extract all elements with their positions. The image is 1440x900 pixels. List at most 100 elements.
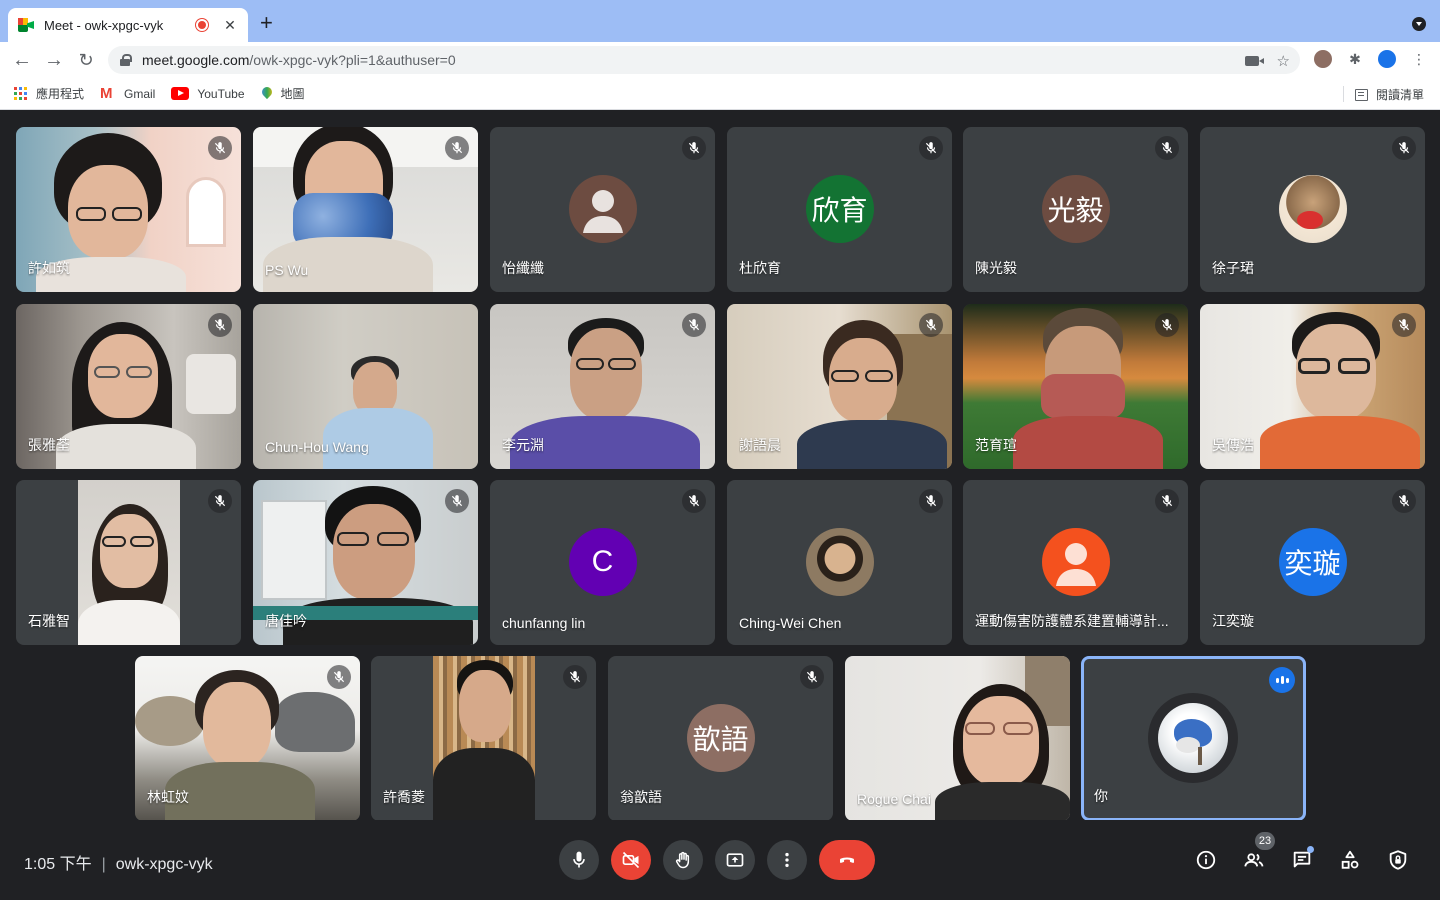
participant-name: 謝語晨 [739, 437, 781, 453]
meeting-details-button[interactable] [1194, 848, 1218, 872]
leave-call-button[interactable] [819, 840, 875, 880]
participant-tile[interactable]: PS Wu [253, 127, 478, 292]
participant-tile[interactable]: 林虹妏 [135, 656, 360, 821]
camera-in-use-icon[interactable] [1244, 56, 1264, 66]
self-tile[interactable]: 你 [1081, 656, 1306, 821]
avatar-initials: C [591, 545, 614, 578]
muted-mic-icon [445, 489, 469, 513]
reload-icon[interactable]: ↻ [74, 48, 98, 72]
participant-tile[interactable]: 石雅智 [16, 480, 241, 645]
participant-tile[interactable]: 謝語晨 [727, 304, 952, 469]
participant-tile[interactable]: 怡纖纖 [490, 127, 715, 292]
participant-video [78, 480, 180, 645]
bookmark-label: 地圖 [280, 87, 305, 101]
back-arrow-icon[interactable]: ← [10, 48, 34, 72]
tab-close-icon[interactable]: ✕ [222, 17, 238, 34]
apps-grid-icon [14, 86, 28, 101]
participant-video [433, 656, 535, 821]
speaking-indicator-icon [1269, 667, 1295, 693]
people-icon [1244, 853, 1264, 867]
participant-tile[interactable]: 范育瑄 [963, 304, 1188, 469]
host-controls-button[interactable] [1386, 848, 1410, 872]
new-tab-button[interactable]: + [260, 12, 273, 34]
bookmark-star-icon[interactable]: ☆ [1277, 52, 1290, 70]
info-icon [1196, 850, 1216, 870]
extensions-puzzle-icon[interactable]: ✱ [1346, 50, 1364, 68]
microphone-button[interactable] [559, 840, 599, 880]
muted-mic-icon [208, 313, 232, 337]
participant-name: 張雅荃 [28, 437, 70, 453]
muted-mic-icon [208, 489, 232, 513]
participant-tile[interactable]: 許如筑 [16, 127, 241, 292]
self-avatar-ring [1148, 693, 1238, 783]
browser-toolbar: ← → ↻ meet.google.com/owk-xpgc-vyk?pli=1… [0, 42, 1440, 78]
participant-name: 石雅智 [28, 613, 70, 629]
muted-mic-icon [1155, 489, 1179, 513]
meeting-details: 1:05 下午 | owk-xpgc-vyk [24, 850, 213, 874]
participant-tile[interactable]: 李元淵 [490, 304, 715, 469]
more-options-button[interactable] [767, 840, 807, 880]
browser-menu-icon[interactable]: ⋮ [1410, 50, 1428, 68]
meet-favicon-icon [18, 18, 34, 32]
participant-name: 你 [1094, 788, 1108, 804]
browser-tab[interactable]: Meet - owk-xpgc-vyk ✕ [8, 8, 248, 42]
participant-tile[interactable]: 運動傷害防護體系建置輔導計... [963, 480, 1188, 645]
participant-tile[interactable]: 徐子珺 [1200, 127, 1425, 292]
address-bar[interactable]: meet.google.com/owk-xpgc-vyk?pli=1&authu… [108, 46, 1300, 74]
participant-tile[interactable]: C chunfanng lin [490, 480, 715, 645]
avatar-initials: 光毅 [1047, 195, 1104, 226]
participant-tile[interactable]: 歆語 翁歆語 [608, 656, 833, 821]
muted-mic-icon [563, 665, 587, 689]
muted-mic-icon [208, 136, 232, 160]
participant-tile[interactable]: Rogue Chai [845, 656, 1070, 821]
new-message-dot [1307, 846, 1314, 853]
meeting-grid: 許如筑 PS Wu 怡纖纖 欣育 杜欣育 光毅 陳光毅 徐子珺 張雅荃 Chun… [0, 111, 1440, 900]
reading-list-button[interactable]: 閱讀清單 [1354, 86, 1424, 103]
maps-icon [261, 87, 273, 101]
meeting-code: owk-xpgc-vyk [115, 856, 213, 873]
microphone-icon [573, 851, 585, 868]
tab-search-icon[interactable] [1412, 17, 1426, 31]
muted-mic-icon [682, 136, 706, 160]
recording-indicator-icon [196, 19, 208, 31]
initials-avatar: 歆語 [686, 704, 755, 772]
muted-mic-icon [800, 665, 824, 689]
participant-name: 陳光毅 [975, 260, 1017, 276]
participant-tile[interactable]: Ching-Wei Chen [727, 480, 952, 645]
participant-name: PS Wu [265, 262, 309, 278]
participant-tile[interactable]: 許喬菱 [371, 656, 596, 821]
muted-mic-icon [1392, 313, 1416, 337]
participant-name: 林虹妏 [147, 789, 189, 805]
participant-tile[interactable]: Chun-Hou Wang [253, 304, 478, 469]
url-host: meet.google.com [142, 52, 250, 68]
participant-tile[interactable]: 光毅 陳光毅 [963, 127, 1188, 292]
reading-list-icon [1354, 88, 1368, 101]
person-avatar-icon [1041, 528, 1110, 596]
bookmark-youtube[interactable]: YouTube [171, 87, 245, 101]
activities-button[interactable] [1338, 848, 1362, 872]
current-time: 1:05 下午 [24, 856, 92, 873]
initials-avatar: 欣育 [805, 175, 874, 243]
participant-name: 杜欣育 [739, 260, 781, 276]
participant-tile[interactable]: 吳傳浩 [1200, 304, 1425, 469]
camera-toggle-button[interactable] [611, 840, 651, 880]
owl-extension-icon[interactable] [1314, 50, 1332, 68]
raise-hand-button[interactable] [663, 840, 703, 880]
participant-name: 李元淵 [502, 437, 544, 453]
url-path: /owk-xpgc-vyk?pli=1&authuser=0 [249, 52, 456, 68]
photo-avatar [1278, 175, 1347, 243]
participant-tile[interactable]: 欣育 杜欣育 [727, 127, 952, 292]
participant-tile[interactable]: 唐佳吟 [253, 480, 478, 645]
participant-tile[interactable]: 奕璇 江奕璇 [1200, 480, 1425, 645]
participant-tile[interactable]: 張雅荃 [16, 304, 241, 469]
lock-icon[interactable] [120, 54, 132, 66]
people-button[interactable] [1242, 848, 1266, 872]
present-screen-icon [726, 853, 744, 867]
bookmark-maps[interactable]: 地圖 [261, 85, 305, 102]
bookmark-apps[interactable]: 應用程式 [14, 85, 84, 102]
present-now-button[interactable] [715, 840, 755, 880]
profile-avatar-icon[interactable] [1378, 50, 1396, 68]
bookmark-gmail[interactable]: Gmail [100, 85, 155, 102]
meeting-controls-bar: 1:05 下午 | owk-xpgc-vyk 23 [0, 820, 1440, 900]
forward-arrow-icon[interactable]: → [42, 48, 66, 72]
